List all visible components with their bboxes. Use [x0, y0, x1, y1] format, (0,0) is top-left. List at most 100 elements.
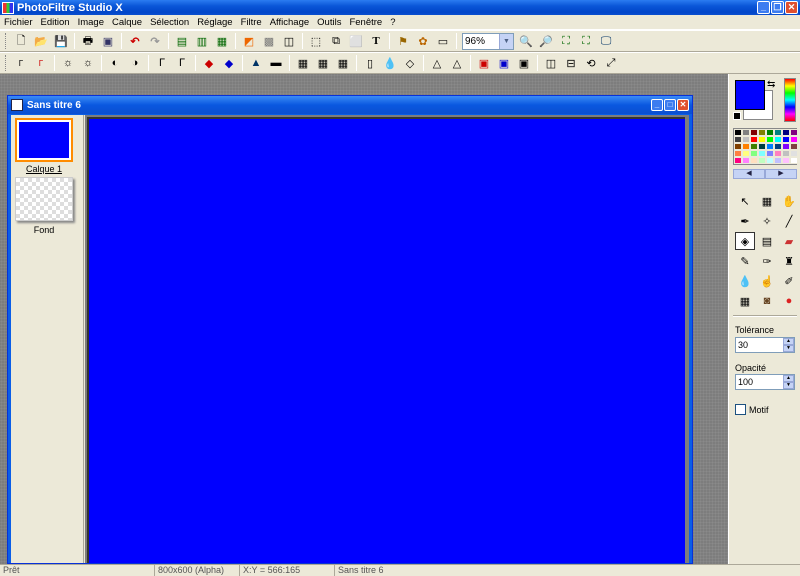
gradient-icon[interactable]: ◩ [239, 32, 259, 50]
motif-checkbox[interactable]: Motif [735, 404, 769, 415]
color-replace-icon[interactable]: ▣ [514, 54, 534, 72]
pattern-1-icon[interactable]: ▦ [293, 54, 313, 72]
text-tool-icon[interactable]: T [366, 32, 386, 50]
selection-icon[interactable]: ▦ [757, 192, 777, 210]
pattern-3-icon[interactable]: ▦ [333, 54, 353, 72]
doc-minimize-button[interactable]: _ [651, 99, 663, 111]
close-button[interactable]: ✕ [785, 1, 798, 14]
palette-swatch[interactable] [742, 129, 750, 136]
palette-swatch[interactable] [734, 136, 742, 143]
eraser-icon[interactable]: ▰ [779, 232, 799, 250]
contrast-down-icon[interactable]: ◐ [105, 54, 125, 72]
scan-icon[interactable]: ▣ [98, 32, 118, 50]
palette-swatch[interactable] [782, 150, 790, 157]
line-icon[interactable]: ╱ [779, 212, 799, 230]
layer-item[interactable]: Calque 1 [15, 118, 73, 174]
tolerance-input[interactable]: 30 ▲ ▼ [735, 337, 795, 353]
saturation-up-icon[interactable]: ◆ [219, 54, 239, 72]
cylinder-icon[interactable]: ▯ [360, 54, 380, 72]
pattern-2-icon[interactable]: ▦ [313, 54, 333, 72]
clone-icon[interactable]: ✐ [779, 272, 799, 290]
crop-icon[interactable]: ⧉ [326, 32, 346, 50]
opacity-input[interactable]: 100 ▲ ▼ [735, 374, 795, 390]
palette-swatch[interactable] [734, 157, 742, 164]
palette-swatch[interactable] [774, 129, 782, 136]
palette-swatch[interactable] [734, 129, 742, 136]
grayscale-icon[interactable]: ▩ [259, 32, 279, 50]
sharpen-more-icon[interactable]: △ [447, 54, 467, 72]
eyedropper-icon[interactable]: ✒ [735, 212, 755, 230]
minimize-button[interactable]: _ [757, 1, 770, 14]
palette-swatch[interactable] [774, 150, 782, 157]
palette-swatch[interactable] [758, 150, 766, 157]
swap-colors-icon[interactable]: ⇆ [767, 79, 775, 90]
resize-icon[interactable]: ⤢ [601, 54, 621, 72]
palette-swatch[interactable] [742, 136, 750, 143]
palette-swatch[interactable] [766, 129, 774, 136]
palette-swatch[interactable] [790, 136, 798, 143]
palette-swatch[interactable] [790, 157, 798, 164]
palette-swatch[interactable] [742, 150, 750, 157]
brush-icon[interactable]: ✎ [735, 252, 755, 270]
sharpen-icon[interactable]: △ [427, 54, 447, 72]
gamma-up-icon[interactable]: Γ [172, 54, 192, 72]
palette-swatch[interactable] [790, 143, 798, 150]
copy-image-icon[interactable]: ▤ [172, 32, 192, 50]
rotate-icon[interactable]: ⟲ [581, 54, 601, 72]
magic-wand-icon[interactable]: ✧ [757, 212, 777, 230]
menu-calque[interactable]: Calque [108, 17, 146, 28]
flip-v-icon[interactable]: ⊟ [561, 54, 581, 72]
stamp-icon[interactable]: ♜ [779, 252, 799, 270]
palette-swatch[interactable] [750, 136, 758, 143]
smudge-icon[interactable]: ☝ [757, 272, 777, 290]
gamma-down-icon[interactable]: Γ [152, 54, 172, 72]
fullscreen-icon[interactable]: 🖵 [596, 32, 616, 50]
spin-down-icon[interactable]: ▼ [783, 382, 794, 389]
spin-down-icon[interactable]: ▼ [783, 345, 794, 352]
plugin-icon[interactable]: ✿ [413, 32, 433, 50]
palette-swatch[interactable] [734, 143, 742, 150]
palette-swatch[interactable] [766, 136, 774, 143]
drop-outline-icon[interactable]: ◇ [400, 54, 420, 72]
palette-swatch[interactable] [782, 136, 790, 143]
zoom-out-icon[interactable]: 🔎 [536, 32, 556, 50]
saturation-down-icon[interactable]: ◆ [199, 54, 219, 72]
palette-swatch[interactable] [734, 150, 742, 157]
brightness-up-icon[interactable]: ☼ [78, 54, 98, 72]
flip-h-icon[interactable]: ◫ [541, 54, 561, 72]
menu-outils[interactable]: Outils [313, 17, 345, 28]
color-balance-icon[interactable]: ▬ [266, 54, 286, 72]
palette-next-button[interactable]: ▶ [765, 169, 797, 179]
spray-icon[interactable]: ▤ [757, 232, 777, 250]
select-rect-icon[interactable]: ⬜ [346, 32, 366, 50]
zoom-in-icon[interactable]: 🔍 [516, 32, 536, 50]
new-file-icon[interactable]: 🗋 [11, 32, 31, 50]
doc-maximize-button[interactable]: □ [664, 99, 676, 111]
menu-fichier[interactable]: Fichier [0, 17, 37, 28]
palette-swatch[interactable] [774, 136, 782, 143]
auto-levels-icon[interactable]: Γ [11, 54, 31, 72]
spin-up-icon[interactable]: ▲ [783, 338, 794, 345]
module-icon[interactable]: ⚑ [393, 32, 413, 50]
palette-swatch[interactable] [750, 143, 758, 150]
menu-edition[interactable]: Edition [37, 17, 74, 28]
menu-affichage[interactable]: Affichage [266, 17, 313, 28]
spin-up-icon[interactable]: ▲ [783, 375, 794, 382]
image-icon[interactable]: ▦ [212, 32, 232, 50]
menu-filtre[interactable]: Filtre [237, 17, 266, 28]
paste-image-icon[interactable]: ▥ [192, 32, 212, 50]
palette-swatch[interactable] [766, 157, 774, 164]
foreground-color-swatch[interactable] [735, 80, 765, 110]
document-title-bar[interactable]: Sans titre 6 _ □ ✕ [8, 96, 692, 114]
layer-item[interactable]: Fond [15, 177, 73, 235]
restore-button[interactable]: ❐ [771, 1, 784, 14]
mask-icon[interactable]: ◫ [279, 32, 299, 50]
paint-bucket-icon[interactable]: ◈ [735, 232, 755, 250]
palette-swatch[interactable] [782, 129, 790, 136]
palette-swatch[interactable] [742, 143, 750, 150]
palette-swatch[interactable] [758, 143, 766, 150]
brightness-down-icon[interactable]: ☼ [58, 54, 78, 72]
print-icon[interactable]: 🖶 [78, 32, 98, 50]
color-spectrum[interactable] [784, 78, 796, 122]
drop-icon[interactable]: 💧 [380, 54, 400, 72]
